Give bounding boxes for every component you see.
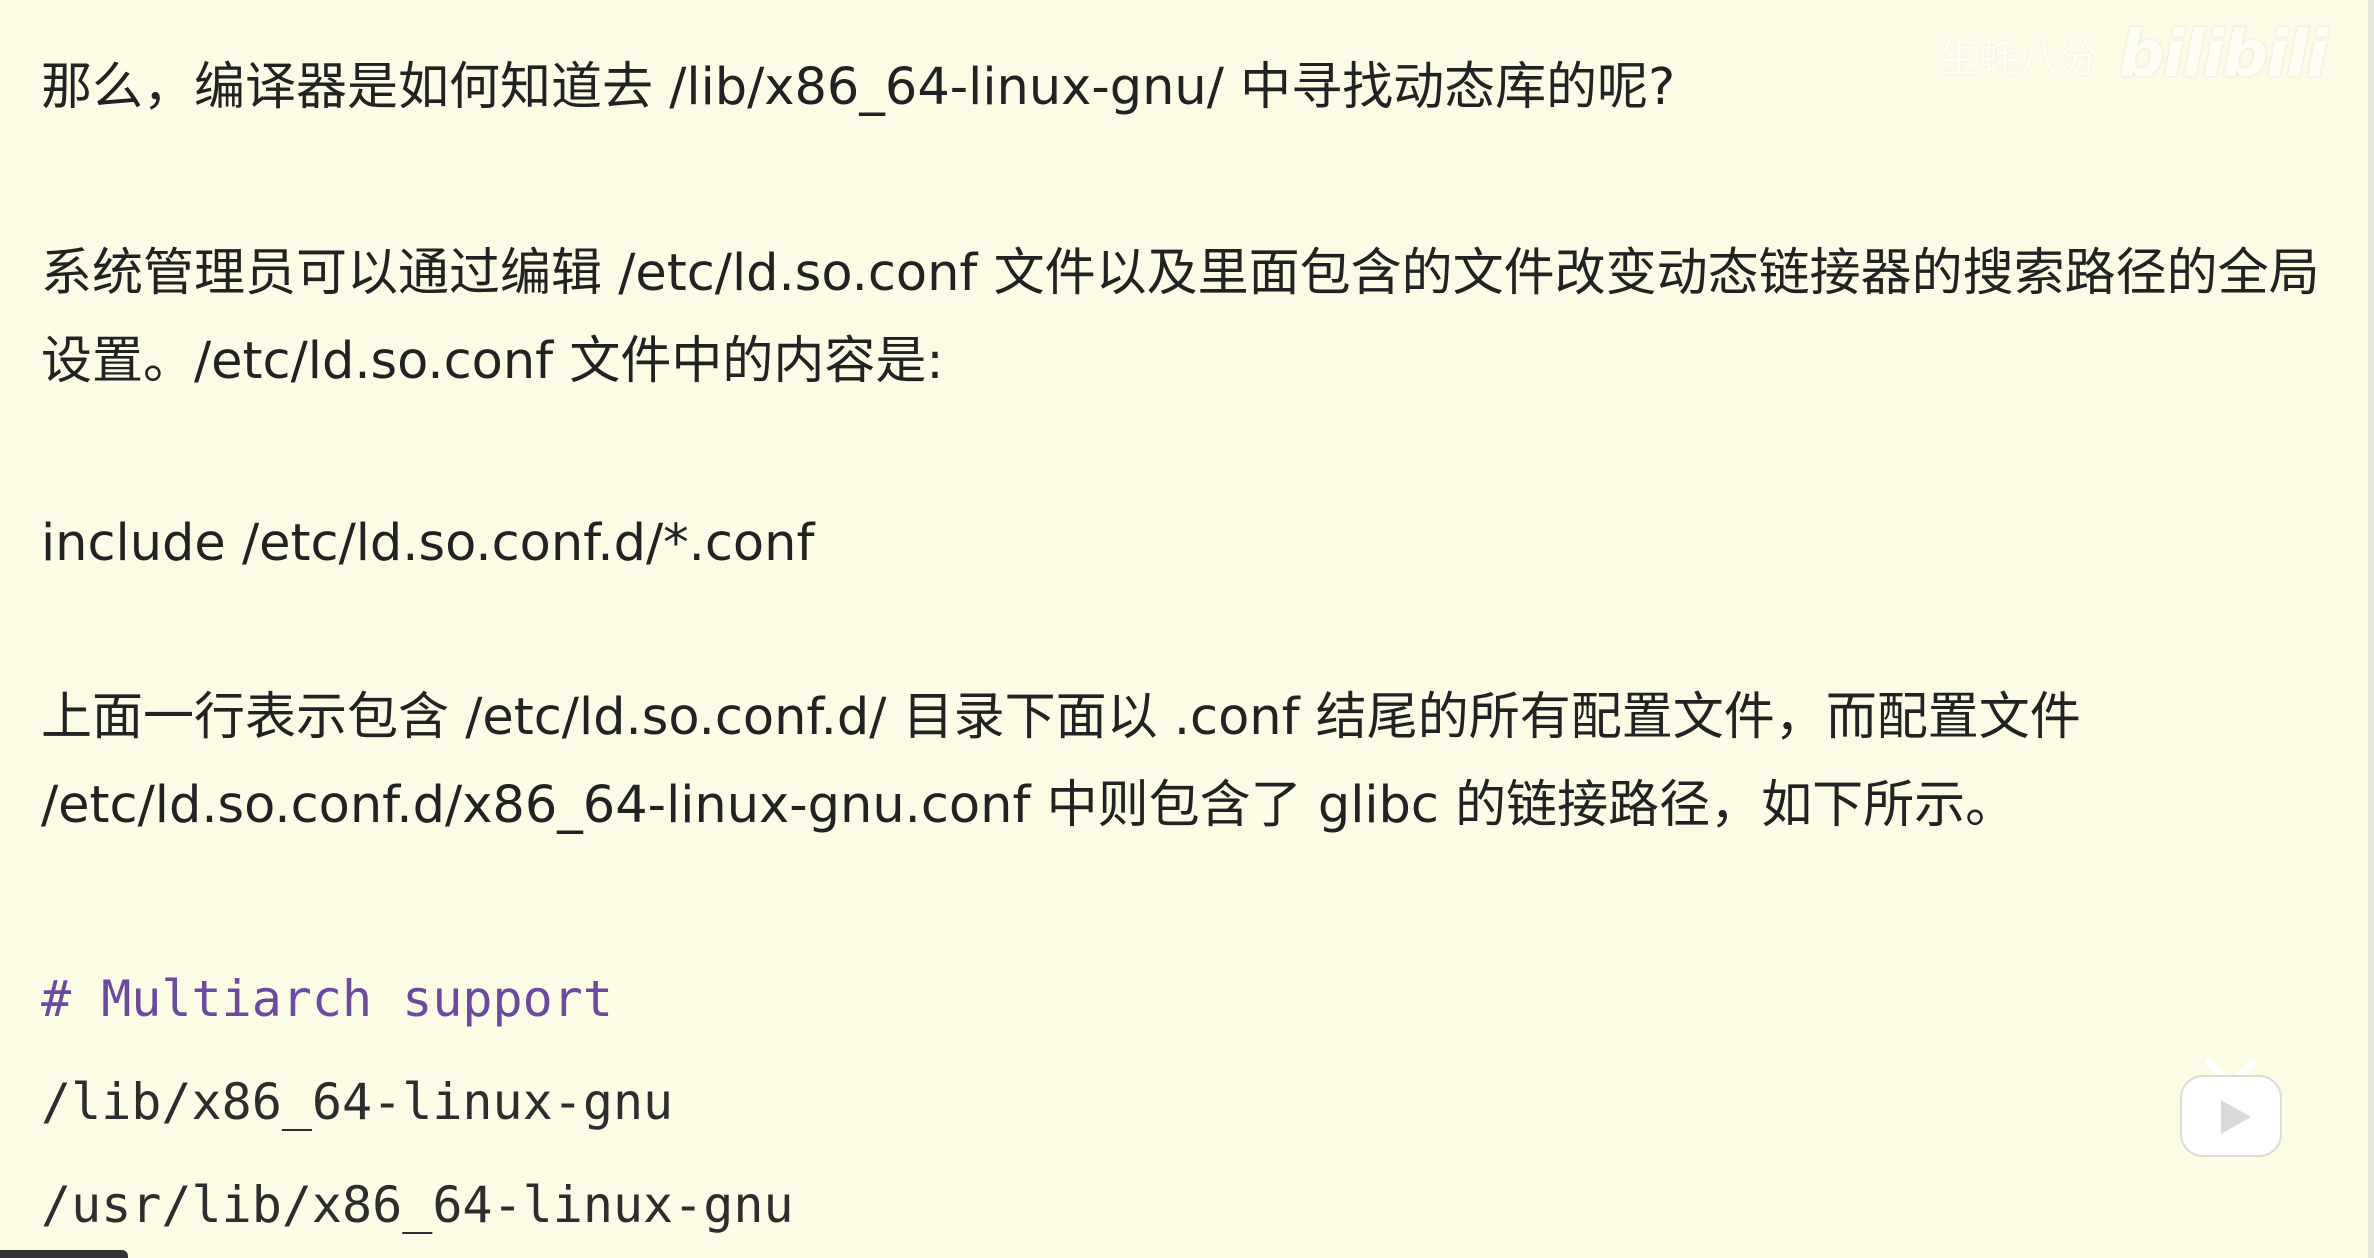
watermark-uploader: 生蚝八分 — [1938, 36, 2099, 82]
code-line-comment: # Multiarch support — [41, 970, 613, 1028]
code-line-lib-path: /lib/x86_64-linux-gnu — [41, 1073, 674, 1131]
paragraph-include-explanation: 上面一行表示包含 /etc/ld.so.conf.d/ 目录下面以 .conf … — [41, 688, 2081, 835]
video-frame: 那么，编译器是如何知道去 /lib/x86_64-linux-gnu/ 中寻找动… — [0, 0, 2374, 1258]
code-line-usr-lib-path: /usr/lib/x86_64-linux-gnu — [41, 1176, 794, 1234]
code-block: # Multiarch support /lib/x86_64-linux-gn… — [41, 948, 794, 1257]
play-icon — [2180, 1058, 2282, 1157]
bilibili-watermark: 生蚝八分 bilibili — [1938, 18, 2328, 92]
paragraph-ld-conf-intro: 系统管理员可以通过编辑 /etc/ld.so.conf 文件以及里面包含的文件改… — [41, 244, 2320, 391]
bilibili-logo: bilibili — [2118, 18, 2328, 92]
bottom-left-tab — [0, 1250, 128, 1258]
right-edge-strip — [2368, 0, 2374, 1258]
paragraph-include-line: include /etc/ld.so.conf.d/*.conf — [41, 514, 815, 573]
play-button[interactable] — [2175, 1052, 2287, 1162]
